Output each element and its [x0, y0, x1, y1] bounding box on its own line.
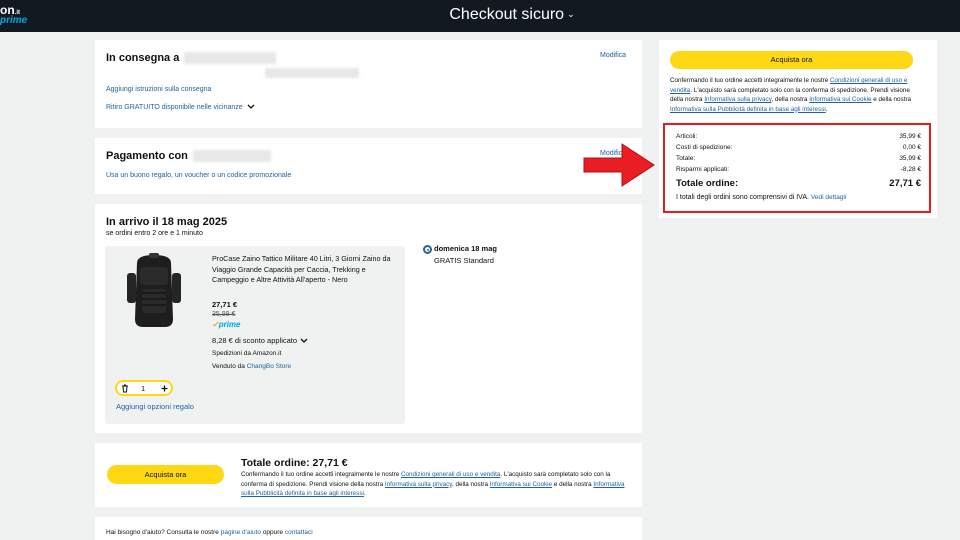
shipping-heading: In consegna a — [106, 52, 277, 65]
chevron-down-icon: ⌄ — [567, 9, 575, 19]
summary-value: 35,99 € — [899, 155, 921, 162]
cookie-link[interactable]: Informativa sui Cookie — [809, 96, 871, 103]
shipping-heading-text: In consegna a — [106, 52, 180, 64]
free-pickup-label: Ritiro GRATUITO disponibile nelle vicina… — [106, 104, 243, 111]
delivery-type: GRATIS Standard — [434, 256, 494, 265]
seller-link[interactable]: ChangBo Store — [247, 363, 291, 370]
summary-row-savings: Risparmi applicati: -8,28 € — [676, 166, 921, 173]
order-summary-sidebar: Acquista ora Confermando il tuo ordine a… — [659, 40, 937, 218]
discount-toggle[interactable]: 8,28 € di sconto applicato — [212, 336, 308, 345]
contact-us-link[interactable]: contattaci — [285, 529, 313, 536]
payment-card: Pagamento con Modifica Usa un buono rega… — [95, 138, 642, 194]
buy-now-button[interactable]: Acquista ora — [107, 465, 224, 484]
payment-heading: Pagamento con — [106, 150, 271, 163]
help-text-part: Hai bisogno d'aiuto? Consulta le nostre — [106, 529, 219, 536]
vat-note-text: I totali degli ordini sono comprensivi d… — [676, 194, 809, 201]
product-old-price: 35,99 € — [212, 311, 236, 318]
header-bar: on.it prime Checkout sicuro ⌄ — [0, 0, 960, 32]
red-arrow-icon — [583, 143, 655, 187]
payment-method-redacted — [192, 150, 271, 163]
quantity-value: 1 — [141, 384, 146, 393]
chevron-down-icon — [300, 338, 308, 343]
quantity-stepper[interactable]: 1 — [115, 380, 173, 396]
bottom-order-total: Totale ordine: 27,71 € — [241, 457, 348, 469]
bottom-terms: Confermando il tuo ordine accetti integr… — [241, 470, 631, 499]
order-total-label: Totale ordine: — [676, 178, 739, 189]
add-delivery-instructions-link[interactable]: Aggiungi istruzioni sulla consegna — [106, 86, 211, 93]
summary-row-items: Articoli: 35,99 € — [676, 133, 921, 140]
checkout-title[interactable]: Checkout sicuro ⌄ — [0, 6, 960, 24]
gift-options-link[interactable]: Aggiungi opzioni regalo — [116, 402, 194, 411]
sidebar-terms: Confermando il tuo ordine accetti integr… — [670, 76, 915, 114]
order-totals-highlight: Articoli: 35,99 € Costi di spedizione: 0… — [663, 123, 931, 213]
terms-text: , della nostra — [771, 96, 808, 103]
terms-text: . — [363, 490, 366, 497]
plus-icon[interactable] — [161, 385, 168, 392]
summary-label: Risparmi applicati: — [676, 166, 730, 173]
summary-value: -8,28 € — [900, 166, 921, 173]
chevron-down-icon — [247, 104, 255, 110]
help-card: Hai bisogno d'aiuto? Consulta le nostre … — [95, 517, 642, 540]
free-pickup-toggle[interactable]: Ritiro GRATUITO disponibile nelle vicina… — [106, 104, 255, 111]
delivery-day: domenica 18 mag — [434, 244, 497, 253]
delivery-option-radio[interactable] — [423, 245, 432, 254]
cookie-link[interactable]: Informativa sui Cookie — [490, 481, 552, 488]
product-title[interactable]: ProCase Zaino Tattico Militare 40 Litri,… — [212, 254, 394, 286]
checkout-title-text: Checkout sicuro — [449, 6, 565, 23]
address-line-redacted — [265, 68, 359, 78]
prime-badge-text: prime — [218, 320, 241, 329]
arrival-heading: In arrivo il 18 mag 2025 — [106, 216, 228, 228]
ads-policy-link[interactable]: Informativa sulla Pubblicità definita in… — [670, 106, 826, 113]
privacy-link[interactable]: Informativa sulla privacy — [385, 481, 452, 488]
prime-badge: ✓prime — [212, 320, 241, 329]
conditions-link[interactable]: Condizioni generali di uso e vendita — [401, 471, 500, 478]
see-details-link[interactable]: Vedi dettagli — [811, 194, 846, 201]
shipped-by: Spedizioni da Amazon.it — [212, 350, 282, 357]
summary-label: Articoli: — [676, 133, 698, 140]
product-price: 27,71 € — [212, 300, 238, 309]
sidebar-buy-now-button[interactable]: Acquista ora — [670, 51, 913, 69]
summary-value: 0,00 € — [902, 144, 921, 151]
privacy-link[interactable]: Informativa sulla privacy — [704, 96, 771, 103]
shipping-edit-link[interactable]: Modifica — [600, 52, 626, 59]
terms-text: Confermando il tuo ordine accetti integr… — [670, 77, 829, 84]
promo-code-link[interactable]: Usa un buono regalo, un voucher o un cod… — [106, 172, 291, 179]
sold-by: Venduto da ChangBo Store — [212, 363, 291, 370]
arrival-card: In arrivo il 18 mag 2025 se ordini entro… — [95, 204, 642, 433]
vat-note: I totali degli ordini sono comprensivi d… — [676, 194, 921, 201]
terms-text: e della nostra — [553, 480, 592, 488]
help-pages-link[interactable]: pagine d'aiuto — [221, 529, 261, 536]
arrival-subtext: se ordini entro 2 ore e 1 minuto — [106, 230, 203, 237]
terms-text: . — [825, 105, 828, 113]
help-text-part: oppure — [262, 529, 284, 536]
payment-heading-text: Pagamento con — [106, 150, 188, 162]
order-total-value: 27,71 € — [889, 178, 921, 189]
terms-text: e della nostra — [873, 96, 912, 103]
discount-text: 8,28 € di sconto applicato — [212, 336, 298, 345]
product-image[interactable] — [123, 253, 185, 331]
summary-label: Costi di spedizione: — [676, 144, 733, 151]
summary-row-total: Totale: 35,99 € — [676, 155, 921, 162]
trash-icon[interactable] — [121, 384, 129, 393]
shipping-card: In consegna a Modifica Aggiungi istruzio… — [95, 40, 642, 128]
terms-text: , della nostra — [451, 480, 489, 488]
sold-by-label: Venduto da — [212, 363, 245, 370]
product-box: ProCase Zaino Tattico Militare 40 Litri,… — [105, 246, 405, 424]
summary-row-shipping: Costi di spedizione: 0,00 € — [676, 144, 921, 151]
address-redacted — [184, 52, 277, 65]
bottom-order-card: Acquista ora Totale ordine: 27,71 € Conf… — [95, 443, 642, 507]
terms-text: Confermando il tuo ordine accetti integr… — [241, 471, 400, 478]
summary-value: 35,99 € — [899, 133, 921, 140]
summary-row-order-total: Totale ordine: 27,71 € — [676, 178, 921, 189]
help-text: Hai bisogno d'aiuto? Consulta le nostre … — [106, 529, 313, 536]
prime-check-icon: ✓ — [212, 320, 219, 329]
summary-label: Totale: — [676, 155, 696, 162]
